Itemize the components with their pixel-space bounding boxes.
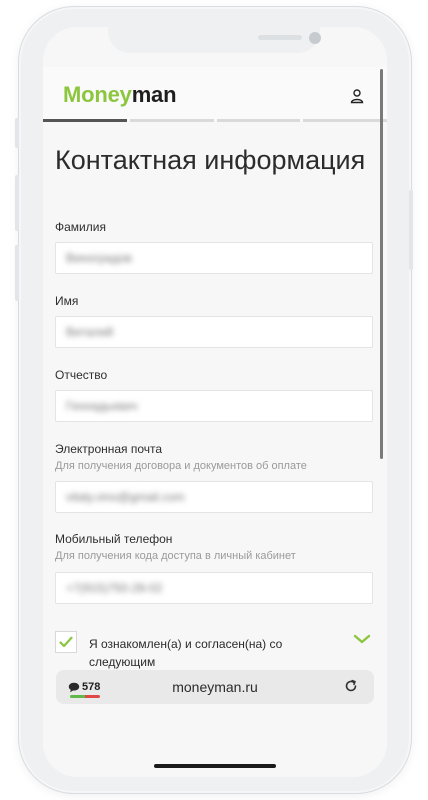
scrollbar[interactable]	[380, 69, 383, 459]
phone-screen: Moneyman Контактная информация Фамилия В…	[43, 27, 387, 777]
url-text[interactable]: moneyman.ru	[56, 679, 374, 695]
moneyman-logo[interactable]: Moneyman	[63, 82, 177, 108]
email-hint: Для получения договора и документов об о…	[55, 460, 307, 472]
browser-url-bar[interactable]: 578 moneyman.ru	[56, 670, 374, 704]
phone-hint: Для получения кода доступа в личный каби…	[55, 550, 296, 562]
speaker	[258, 35, 302, 40]
surname-label: Фамилия	[55, 220, 106, 234]
phone-label: Мобильный телефон	[55, 532, 173, 546]
surname-field[interactable]: Виноградов	[55, 242, 373, 274]
step-progress	[43, 119, 387, 122]
phone-notch	[108, 27, 321, 53]
progress-step-4	[303, 119, 387, 122]
camera	[309, 32, 321, 44]
reload-icon[interactable]	[344, 679, 358, 693]
consent-checkbox[interactable]	[55, 631, 77, 653]
phone-volume-down-button	[15, 245, 19, 301]
phone-volume-up-button	[15, 175, 19, 231]
chevron-down-icon[interactable]	[353, 633, 371, 645]
page-title: Контактная информация	[55, 145, 366, 175]
name-field[interactable]: Виталий	[55, 316, 373, 348]
progress-step-1	[43, 119, 127, 122]
patronymic-label: Отчество	[55, 368, 108, 382]
phone-field[interactable]: +7(915)750-28-02	[55, 572, 373, 604]
consent-text: Я ознакомлен(а) и согласен(на) со следую…	[89, 637, 283, 669]
user-icon[interactable]	[349, 88, 365, 104]
progress-step-2	[129, 119, 214, 122]
name-label: Имя	[55, 294, 79, 308]
phone-side-button	[15, 118, 19, 148]
email-field[interactable]: vitaly.vino@gmail.com	[55, 481, 373, 513]
patronymic-field[interactable]: Геннадьевич	[55, 390, 373, 422]
app-header: Moneyman	[43, 67, 387, 121]
email-label: Электронная почта	[55, 442, 163, 456]
progress-step-3	[216, 119, 301, 122]
checkmark-icon	[59, 636, 73, 648]
phone-power-button	[409, 190, 413, 270]
badge-underline	[70, 695, 100, 698]
home-indicator[interactable]	[154, 764, 276, 768]
